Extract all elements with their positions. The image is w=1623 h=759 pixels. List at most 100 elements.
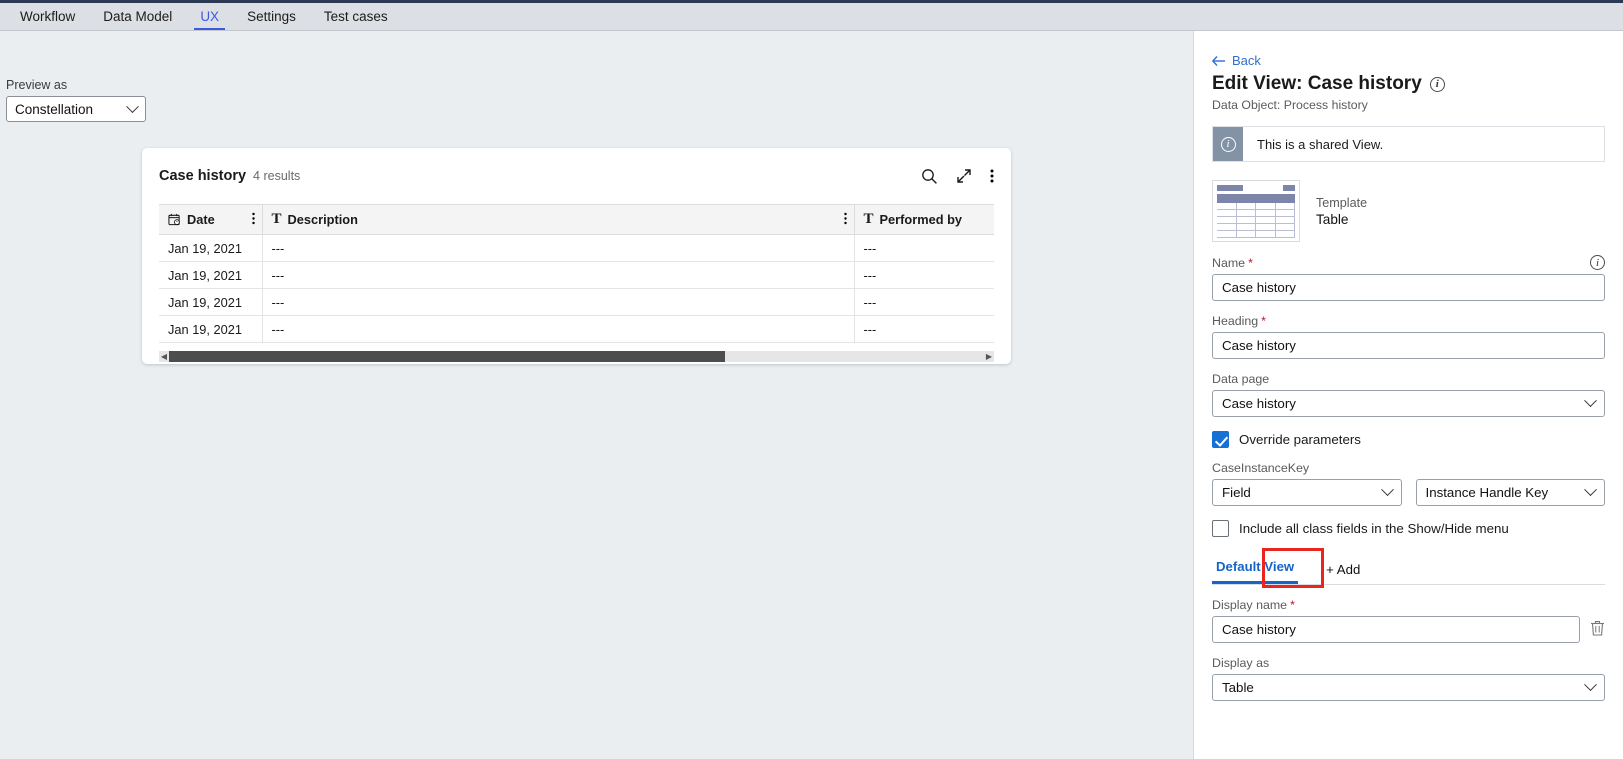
tab-workflow[interactable]: Workflow xyxy=(6,3,89,30)
scrollbar-thumb[interactable] xyxy=(169,351,725,362)
card-title: Case history xyxy=(159,168,247,184)
case-instance-key-value-select[interactable]: Instance Handle Key xyxy=(1415,479,1605,506)
column-menu-date-icon[interactable] xyxy=(251,212,255,228)
table-head: Date T Description T Performed by xyxy=(159,204,994,235)
cell-description: --- xyxy=(262,261,855,289)
tab-settings-label: Settings xyxy=(247,9,296,24)
cell-date: Jan 19, 2021 xyxy=(159,315,263,343)
card-result-count: 4 results xyxy=(253,169,301,183)
page-title: Edit View: Case history i xyxy=(1212,73,1605,95)
card-actions xyxy=(921,168,994,185)
table-header-row: Date T Description T Performed by xyxy=(159,204,994,235)
scroll-left-arrow-icon[interactable]: ◀ xyxy=(159,352,169,361)
cell-performed-by: --- xyxy=(854,234,994,262)
calendar-clock-icon xyxy=(168,213,180,226)
cell-description: --- xyxy=(262,234,855,262)
tab-ux-label: UX xyxy=(200,9,220,24)
info-icon[interactable]: i xyxy=(1429,76,1445,92)
display-name-value: Case history xyxy=(1222,622,1296,637)
name-info-icon[interactable]: i xyxy=(1590,255,1605,270)
heading-label: Heading xyxy=(1212,314,1259,328)
template-value: Table xyxy=(1316,211,1349,227)
column-header-performed-by[interactable]: T Performed by xyxy=(854,204,994,235)
column-header-description-label: Description xyxy=(287,212,358,227)
tab-ux[interactable]: UX xyxy=(186,3,233,30)
heading-input[interactable]: Case history xyxy=(1212,332,1605,359)
template-thumbnail[interactable] xyxy=(1212,180,1300,242)
cell-date: Jan 19, 2021 xyxy=(159,288,263,316)
override-parameters-label: Override parameters xyxy=(1239,432,1361,447)
table-row[interactable]: Jan 19, 2021 --- --- xyxy=(159,234,994,262)
case-instance-key-value: Instance Handle Key xyxy=(1425,485,1549,500)
arrow-left-icon xyxy=(1212,55,1225,66)
chevron-down-icon xyxy=(126,99,139,113)
cell-date: Jan 19, 2021 xyxy=(159,234,263,262)
include-all-fields-label: Include all class fields in the Show/Hid… xyxy=(1239,521,1509,536)
column-header-description[interactable]: T Description xyxy=(262,204,855,235)
page-title-text: Edit View: Case history xyxy=(1212,73,1422,94)
display-as-select[interactable]: Table xyxy=(1212,674,1605,701)
chevron-down-icon xyxy=(1584,483,1597,497)
case-instance-key-group: CaseInstanceKey Field Instance Handle Ke… xyxy=(1212,461,1605,506)
shared-view-banner: i This is a shared View. xyxy=(1212,126,1605,162)
table-horizontal-scrollbar[interactable]: ◀ ▶ xyxy=(159,351,994,362)
include-all-fields-row[interactable]: Include all class fields in the Show/Hid… xyxy=(1212,520,1605,537)
override-parameters-checkbox[interactable] xyxy=(1212,431,1229,448)
preview-as-value: Constellation xyxy=(15,101,94,117)
tab-default-view[interactable]: Default View xyxy=(1212,553,1299,584)
template-section: Template Table xyxy=(1212,180,1605,242)
cell-performed-by: --- xyxy=(854,288,994,316)
more-vertical-icon[interactable] xyxy=(990,168,994,184)
display-name-required-marker: * xyxy=(1290,598,1295,612)
cell-description: --- xyxy=(262,315,855,343)
expand-icon[interactable] xyxy=(956,168,972,184)
override-parameters-row[interactable]: Override parameters xyxy=(1212,431,1605,448)
banner-text: This is a shared View. xyxy=(1257,136,1384,152)
scroll-right-arrow-icon[interactable]: ▶ xyxy=(984,352,994,361)
banner-info-icon: i xyxy=(1213,127,1243,161)
chevron-down-icon xyxy=(1584,678,1597,692)
heading-field-group: Heading * Case history xyxy=(1212,314,1605,359)
table-row[interactable]: Jan 19, 2021 --- --- xyxy=(159,315,994,343)
display-as-value: Table xyxy=(1222,680,1254,695)
back-button[interactable]: Back xyxy=(1212,53,1605,68)
chevron-down-icon xyxy=(1380,483,1394,497)
case-instance-key-source-select[interactable]: Field xyxy=(1212,479,1402,506)
name-required-marker: * xyxy=(1248,255,1253,270)
chevron-down-icon xyxy=(1584,394,1597,408)
table-row[interactable]: Jan 19, 2021 --- --- xyxy=(159,288,994,316)
data-page-select[interactable]: Case history xyxy=(1212,390,1605,417)
table-row[interactable]: Jan 19, 2021 --- --- xyxy=(159,261,994,289)
tab-data-model[interactable]: Data Model xyxy=(89,3,186,30)
delete-icon[interactable] xyxy=(1590,620,1605,636)
display-name-label: Display name xyxy=(1212,598,1288,612)
column-menu-description-icon[interactable] xyxy=(843,212,847,228)
text-type-icon: T xyxy=(271,211,282,227)
case-history-card: Case history 4 results Date T Descriptio… xyxy=(142,148,1011,364)
display-as-group: Display as Table xyxy=(1212,656,1605,701)
name-input[interactable]: Case history xyxy=(1212,274,1605,301)
preview-stage: Preview as Constellation Case history 4 r… xyxy=(0,31,1193,759)
display-name-input[interactable]: Case history xyxy=(1212,616,1580,643)
tab-default-view-label: Default View xyxy=(1216,559,1295,574)
template-text: Template Table xyxy=(1316,196,1367,227)
tab-settings[interactable]: Settings xyxy=(233,3,310,30)
view-tabs: Default View + Add xyxy=(1212,548,1605,588)
include-all-fields-checkbox[interactable] xyxy=(1212,520,1229,537)
cell-date: Jan 19, 2021 xyxy=(159,261,263,289)
preview-as-select[interactable]: Constellation xyxy=(6,96,146,122)
display-name-group: Display name * Case history xyxy=(1212,598,1605,643)
tab-data-model-label: Data Model xyxy=(103,9,173,24)
cell-performed-by: --- xyxy=(854,261,994,289)
tab-test-cases[interactable]: Test cases xyxy=(310,3,402,30)
column-header-date[interactable]: Date xyxy=(159,204,263,235)
column-header-performed-by-label: Performed by xyxy=(879,212,963,227)
text-type-icon: T xyxy=(863,211,874,227)
add-view-label: + Add xyxy=(1326,562,1361,577)
display-as-label: Display as xyxy=(1212,656,1270,670)
display-name-label-row: Display name * xyxy=(1212,598,1605,612)
name-value: Case history xyxy=(1222,280,1296,295)
add-view-button[interactable]: + Add xyxy=(1316,556,1370,584)
search-icon[interactable] xyxy=(921,168,938,185)
tab-test-cases-label: Test cases xyxy=(323,9,388,24)
